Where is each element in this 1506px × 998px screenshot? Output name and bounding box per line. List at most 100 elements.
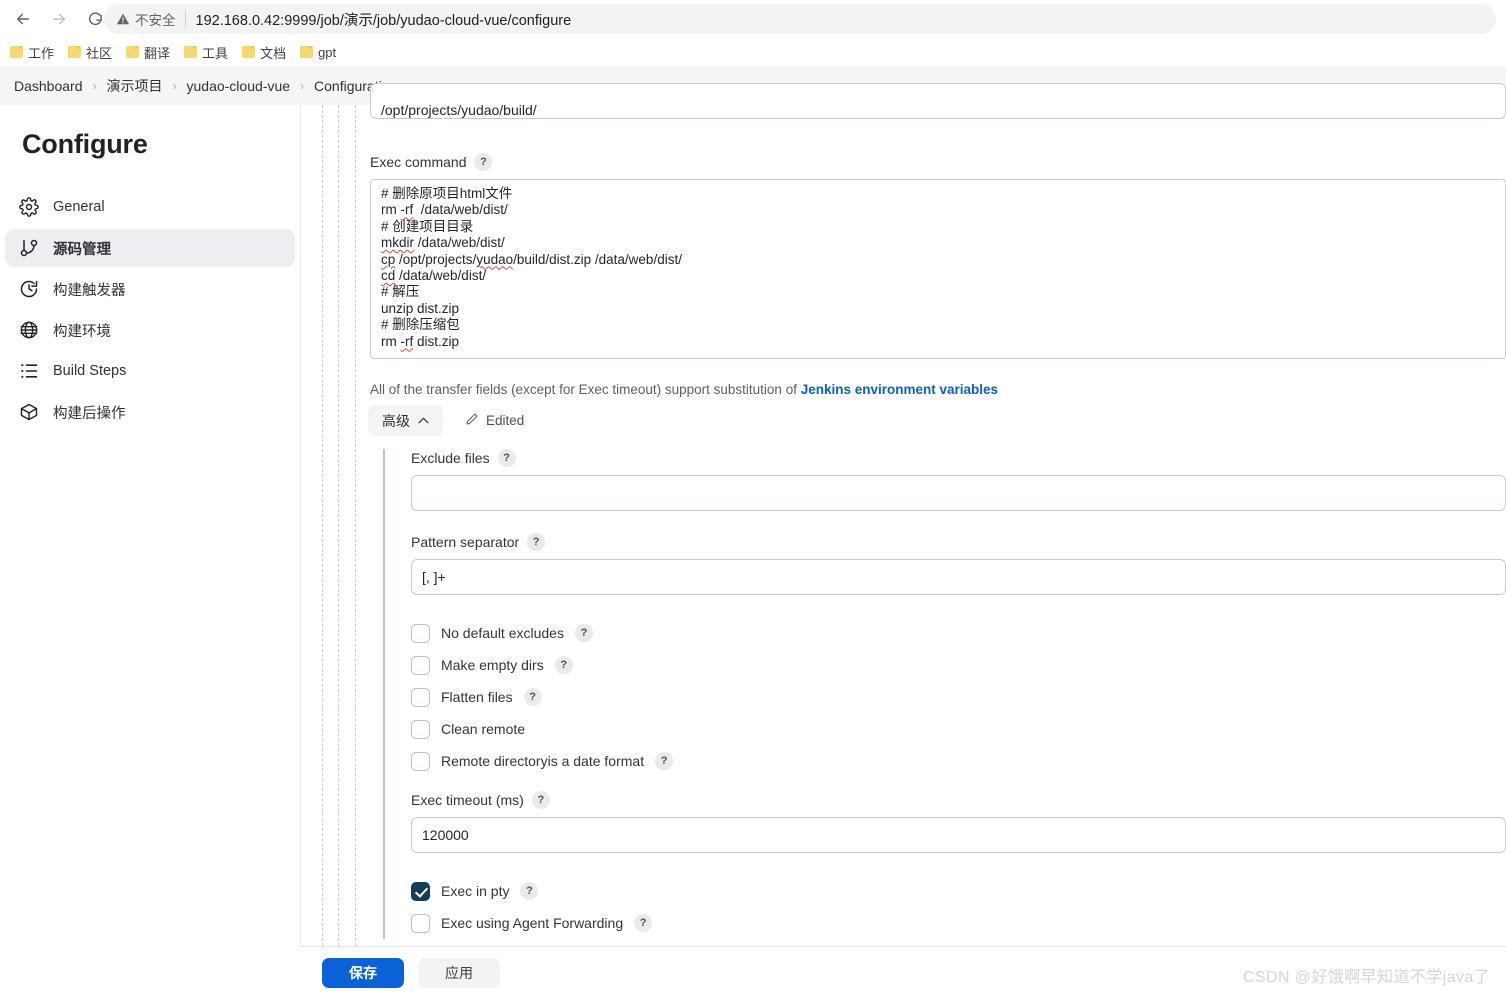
help-icon[interactable]: ? xyxy=(523,688,542,706)
breadcrumb-item[interactable]: Dashboard xyxy=(8,78,89,94)
sidebar-item-4[interactable]: 构建环境 xyxy=(5,311,295,349)
checkbox-row[interactable]: Remote directoryis a date format? xyxy=(411,745,1506,777)
folder-icon xyxy=(126,46,140,58)
save-button[interactable]: 保存 xyxy=(322,957,404,988)
help-icon[interactable]: ? xyxy=(531,791,550,809)
sidebar-item-label: General xyxy=(53,199,105,215)
pencil-icon xyxy=(465,412,479,429)
pattern-separator-label-row: Pattern separator ? xyxy=(411,533,1506,551)
exclude-files-input[interactable] xyxy=(411,475,1506,511)
help-icon[interactable]: ? xyxy=(527,533,546,551)
edited-label: Edited xyxy=(486,413,525,428)
arrow-right-icon[interactable] xyxy=(44,4,74,34)
bookmark-label: gpt xyxy=(318,44,337,60)
sidebar-item-1[interactable]: General xyxy=(5,188,295,226)
exec-command-line: cd /data/web/dist/ xyxy=(381,268,487,284)
substitution-note-text: All of the transfer fields (except for E… xyxy=(370,382,801,397)
checkbox[interactable] xyxy=(411,719,430,739)
breadcrumb-item[interactable]: 演示项目 xyxy=(101,76,169,96)
pattern-separator-input[interactable]: [, ]+ xyxy=(411,559,1506,595)
bookmark-item[interactable]: 翻译 xyxy=(120,40,178,65)
checkbox-label: Remote directoryis a date format xyxy=(441,753,645,769)
bookmark-item[interactable]: 工具 xyxy=(178,40,236,65)
sidebar-item-6[interactable]: 构建后操作 xyxy=(5,393,295,431)
help-icon[interactable]: ? xyxy=(634,914,653,932)
address-bar[interactable]: 不安全 192.168.0.42:9999/job/演示/job/yudao-c… xyxy=(104,4,1496,34)
apply-button[interactable]: 应用 xyxy=(418,957,500,988)
breadcrumb: Dashboard › 演示项目 › yudao-cloud-vue › Configura… xyxy=(8,76,403,96)
advanced-panel: Exclude files ? Pattern separator ? [, ]… xyxy=(383,449,1506,939)
breadcrumb-separator: › xyxy=(172,78,177,93)
checkbox-label: Make empty dirs xyxy=(441,657,544,673)
bookmark-item[interactable]: 工作 xyxy=(4,40,62,65)
jenkins-env-vars-link[interactable]: Jenkins environment variables xyxy=(801,382,998,397)
advanced-toggle-label: 高级 xyxy=(382,412,410,429)
breadcrumb-item[interactable]: yudao-cloud-vue xyxy=(181,78,297,94)
exec-command-line: # 创建项目目录 xyxy=(381,218,474,234)
sidebar-item-3[interactable]: 构建触发器 xyxy=(5,270,295,308)
bookmark-label: 文档 xyxy=(260,45,287,61)
exclude-files-label-row: Exclude files ? xyxy=(411,449,1506,467)
checkbox-label: Exec in pty xyxy=(441,883,510,899)
checkbox[interactable] xyxy=(411,751,430,771)
bookmark-label: 工作 xyxy=(28,45,55,61)
bookmarks-bar: 工作 社区 翻译 工具 文档 gpt xyxy=(0,38,1506,66)
pattern-separator-field: Pattern separator ? [, ]+ xyxy=(411,533,1506,595)
security-label: 不安全 xyxy=(135,13,176,28)
sidebar-item-2[interactable]: 源码管理 xyxy=(5,229,295,267)
sidebar-divider xyxy=(300,105,301,946)
exec-timeout-label: Exec timeout (ms) xyxy=(411,792,524,808)
pattern-separator-label: Pattern separator xyxy=(411,534,520,550)
help-icon[interactable]: ? xyxy=(655,752,674,770)
exec-command-field: Exec command ? # 删除原项目html文件 rm -rf /data… xyxy=(370,153,1506,359)
breadcrumb-separator: › xyxy=(300,78,305,93)
help-icon[interactable]: ? xyxy=(520,882,539,900)
folder-icon xyxy=(184,46,198,58)
sidebar-item-label: 源码管理 xyxy=(53,241,111,258)
configuration-form: /opt/projects/yudao/build/ Exec command … xyxy=(368,83,1506,946)
browser-chrome: 不安全 192.168.0.42:9999/job/演示/job/yudao-c… xyxy=(0,0,1506,66)
sidebar-item-label: 构建后操作 xyxy=(53,405,126,422)
advanced-row: 高级 Edited xyxy=(368,405,524,436)
configure-sidebar: Configure General 源码管理 构建触发器 构建环境 Build Step… xyxy=(0,105,300,946)
checkbox[interactable] xyxy=(411,687,430,707)
folder-icon xyxy=(10,46,23,58)
substitution-note: All of the transfer fields (except for E… xyxy=(370,382,998,397)
checkbox[interactable] xyxy=(411,655,430,675)
checkbox-label: Flatten files xyxy=(441,689,513,705)
sidebar-item-5[interactable]: Build Steps xyxy=(5,352,295,390)
help-icon[interactable]: ? xyxy=(497,449,516,467)
arrow-left-icon[interactable] xyxy=(8,4,38,34)
checkbox-row[interactable]: No default excludes? xyxy=(411,617,1506,649)
checkbox-row[interactable]: Make empty dirs? xyxy=(411,649,1506,681)
checkbox-row[interactable]: Exec using Agent Forwarding? xyxy=(411,907,1506,939)
checkbox-label: Clean remote xyxy=(441,721,526,737)
checkbox[interactable] xyxy=(411,881,430,901)
bookmark-label: 翻译 xyxy=(144,45,171,61)
checkbox-row[interactable]: Clean remote xyxy=(411,713,1506,745)
checkbox[interactable] xyxy=(411,623,430,643)
bookmark-item[interactable]: gpt xyxy=(294,42,344,63)
checkbox-row[interactable]: Exec in pty? xyxy=(411,875,1506,907)
advanced-toggle-button[interactable]: 高级 xyxy=(368,405,443,436)
bookmark-item[interactable]: 社区 xyxy=(62,40,120,65)
bookmark-label: 社区 xyxy=(86,45,113,61)
remote-directory-input[interactable]: /opt/projects/yudao/build/ xyxy=(370,83,1506,119)
exec-timeout-input[interactable]: 120000 xyxy=(411,817,1506,853)
checkbox[interactable] xyxy=(411,913,430,933)
exec-command-textarea[interactable]: # 删除原项目html文件 rm -rf /data/web/dist/# 创建项… xyxy=(370,179,1506,359)
help-icon[interactable]: ? xyxy=(574,624,593,642)
watermark: CSDN @好饿啊早知道不学java了 xyxy=(1243,969,1490,986)
exec-command-line: cp /opt/projects/yudao/build/dist.zip /d… xyxy=(381,251,682,267)
help-icon[interactable]: ? xyxy=(474,153,493,171)
sidebar-item-list: General 源码管理构建触发器 构建环境 Build Steps 构建后操作 xyxy=(0,188,300,431)
help-icon[interactable]: ? xyxy=(554,656,573,674)
nesting-guide-2 xyxy=(338,105,339,946)
gear-icon xyxy=(19,197,39,217)
package-icon xyxy=(19,402,39,422)
security-status[interactable]: 不安全 xyxy=(116,9,185,29)
bookmark-item[interactable]: 文档 xyxy=(236,40,294,65)
exec-command-line: unzip dist.zip xyxy=(381,300,460,316)
checkbox-row[interactable]: Flatten files? xyxy=(411,681,1506,713)
url-text: 192.168.0.42:9999/job/演示/job/yudao-cloud… xyxy=(195,12,572,29)
